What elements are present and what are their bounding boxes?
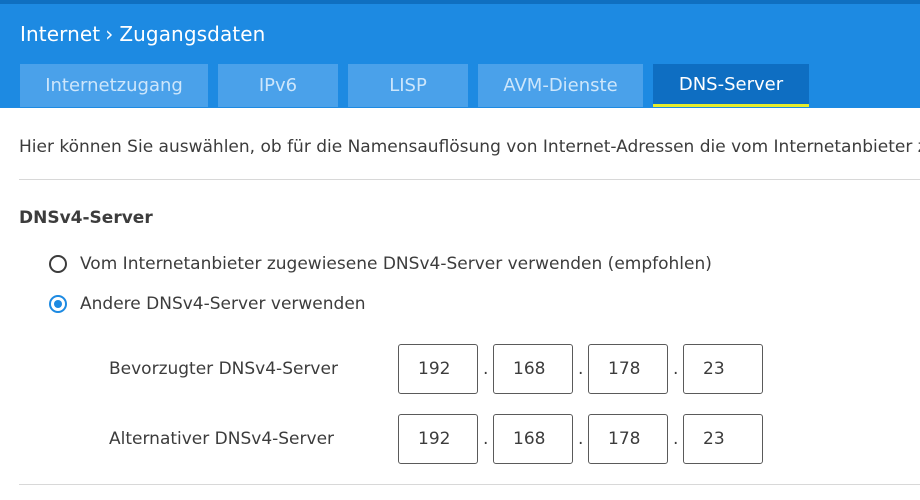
octet-separator: . <box>673 359 679 379</box>
chevron-right-icon: › <box>105 22 114 46</box>
preferred-dns-octet-4[interactable] <box>683 344 763 394</box>
section-title-dnsv4: DNSv4-Server <box>19 208 153 228</box>
preferred-dns-octet-3[interactable] <box>588 344 668 394</box>
octet-separator: . <box>483 429 489 449</box>
octet-separator: . <box>673 429 679 449</box>
preferred-dns-octet-2[interactable] <box>493 344 573 394</box>
divider <box>19 179 920 180</box>
octet-separator: . <box>578 359 584 379</box>
alternative-dns-octet-3[interactable] <box>588 414 668 464</box>
octet-separator: . <box>483 359 489 379</box>
radio-option-label: Vom Internetanbieter zugewiesene DNSv4-S… <box>80 254 712 274</box>
tab-ipv6[interactable]: IPv6 <box>218 64 338 107</box>
alternative-dns-octet-4[interactable] <box>683 414 763 464</box>
preferred-dns-octet-1[interactable] <box>398 344 478 394</box>
header-bar: Internet › Zugangsdaten Internetzugang IPv… <box>0 0 920 108</box>
octet-separator: . <box>578 429 584 449</box>
tab-dns-server[interactable]: DNS-Server <box>653 64 809 107</box>
intro-text: Hier können Sie auswählen, ob für die Na… <box>19 137 920 157</box>
header-top-line <box>0 0 920 4</box>
radio-option-provider-dns[interactable]: Vom Internetanbieter zugewiesene DNSv4-S… <box>49 254 712 274</box>
radio-option-label: Andere DNSv4-Server verwenden <box>80 294 366 314</box>
alternative-dns-octet-1[interactable] <box>398 414 478 464</box>
radio-option-other-dns[interactable]: Andere DNSv4-Server verwenden <box>49 294 366 314</box>
radio-unchecked-icon[interactable] <box>49 255 67 273</box>
alternative-dns-octet-2[interactable] <box>493 414 573 464</box>
breadcrumb: Internet › Zugangsdaten <box>20 22 265 46</box>
radio-checked-icon[interactable] <box>49 295 67 313</box>
alternative-dns-label: Alternativer DNSv4-Server <box>109 429 335 449</box>
breadcrumb-item-zugangsdaten: Zugangsdaten <box>119 22 266 46</box>
tab-avm-dienste[interactable]: AVM-Dienste <box>478 64 643 107</box>
divider <box>19 484 920 485</box>
tab-lisp[interactable]: LISP <box>348 64 468 107</box>
preferred-dns-label: Bevorzugter DNSv4-Server <box>109 359 338 379</box>
tab-internetzugang[interactable]: Internetzugang <box>20 64 208 107</box>
breadcrumb-item-internet[interactable]: Internet <box>20 22 100 46</box>
